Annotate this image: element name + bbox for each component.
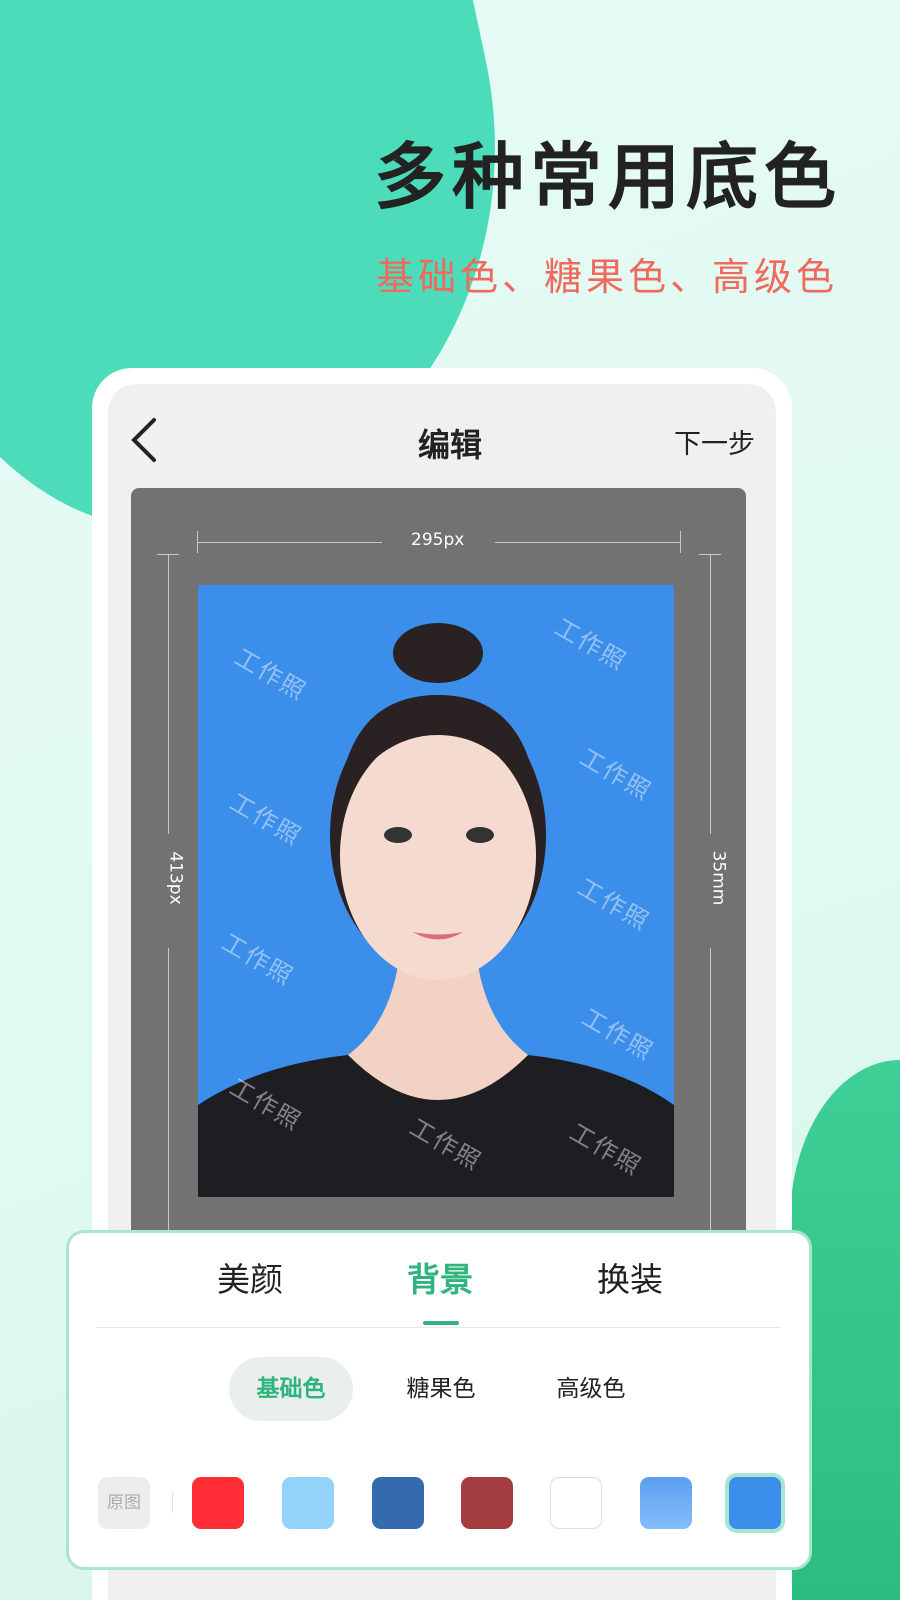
swatch-red[interactable] bbox=[192, 1477, 244, 1529]
swatch-gradient-blue[interactable] bbox=[640, 1477, 692, 1529]
tab-background[interactable]: 背景 bbox=[407, 1253, 473, 1301]
divider bbox=[97, 1327, 781, 1328]
width-label: 295px bbox=[411, 530, 465, 550]
swatch-original[interactable]: 原图 bbox=[98, 1477, 150, 1529]
swatch-light-blue[interactable] bbox=[282, 1477, 334, 1529]
category-candy[interactable]: 糖果色 bbox=[381, 1357, 501, 1421]
tab-indicator bbox=[423, 1321, 459, 1325]
next-step-button[interactable]: 下一步 bbox=[674, 422, 755, 461]
id-photo: 工作照 工作照 工作照 工作照 工作照 工作照 工作照 工作照 工作照 工作照 bbox=[198, 585, 674, 1197]
swatch-dark-blue[interactable] bbox=[372, 1477, 424, 1529]
swatch-blue-selected[interactable] bbox=[725, 1473, 785, 1533]
promo-headline: 多种常用底色 bbox=[373, 135, 842, 219]
edit-panel: 美颜 背景 换装 基础色 糖果色 高级色 原图 bbox=[66, 1230, 812, 1570]
tab-outfit[interactable]: 换装 bbox=[597, 1253, 663, 1301]
height-label: 413px bbox=[165, 851, 186, 905]
promo-subheadline: 基础色、糖果色、高级色 bbox=[375, 255, 838, 299]
divider bbox=[172, 1493, 173, 1513]
category-premium[interactable]: 高级色 bbox=[531, 1357, 651, 1421]
tab-beauty[interactable]: 美颜 bbox=[217, 1253, 283, 1301]
category-basic[interactable]: 基础色 bbox=[229, 1357, 353, 1421]
swatch-white[interactable] bbox=[550, 1477, 602, 1529]
size-label: 35mm bbox=[708, 850, 729, 906]
swatch-dark-red[interactable] bbox=[461, 1477, 513, 1529]
page-title: 编辑 bbox=[417, 426, 482, 464]
